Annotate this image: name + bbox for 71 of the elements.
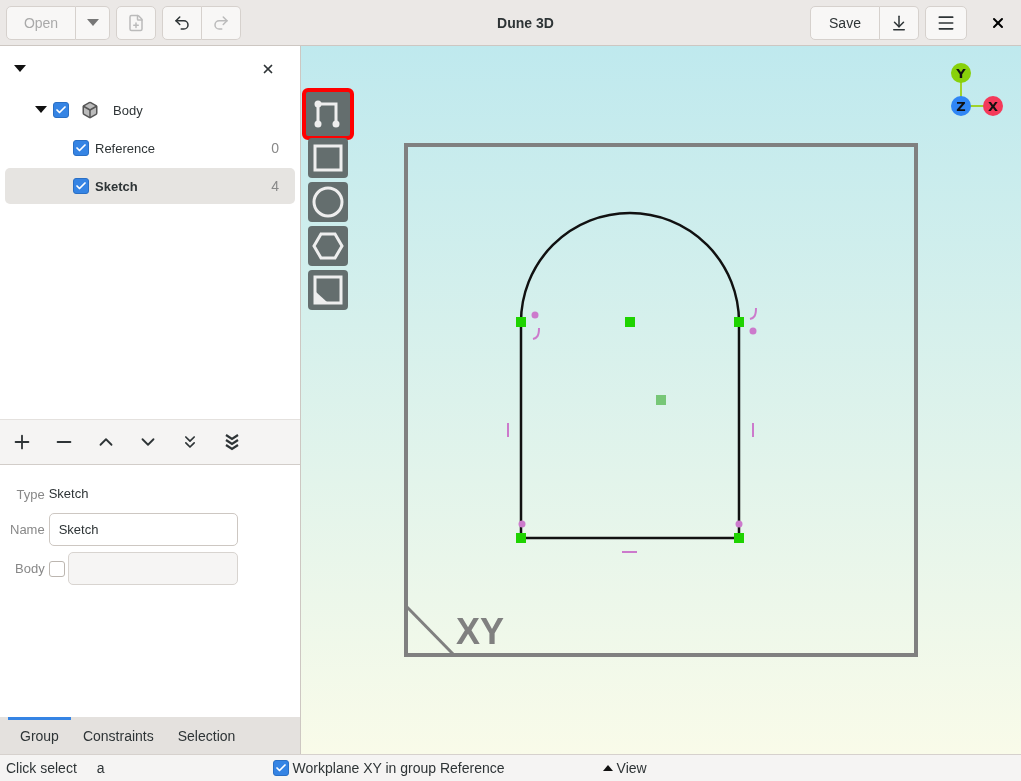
checkbox[interactable] [73,178,89,194]
body-field[interactable] [67,552,238,585]
field-label: Body [14,561,45,576]
dropdown-button[interactable] [76,5,110,40]
tree-label: Sketch [95,178,139,194]
axis-marker[interactable]: Z [951,96,971,116]
tree-row[interactable]: Reference 0 [5,130,295,166]
undo-button[interactable] [162,5,202,40]
checkbox[interactable] [48,560,65,577]
name-field[interactable]: Sketch [48,513,238,546]
tree-count: 0 [271,140,279,156]
caret-icon [602,765,613,771]
tangent-constraint-icon[interactable] [749,307,757,335]
point-handle[interactable] [516,317,526,327]
tab[interactable]: Constraints [70,717,166,754]
key-hint: a [96,760,105,776]
point-handle[interactable] [625,317,635,327]
type-value: Sketch [48,485,90,503]
check-icon [75,142,87,154]
tangent-constraint-icon[interactable] [531,311,540,340]
sketch-outline[interactable] [519,211,741,540]
tree-row[interactable]: Body [5,92,295,128]
expander-icon[interactable] [35,106,47,114]
tool-button[interactable] [308,226,348,266]
download-icon [890,13,908,32]
field-label: Type [15,486,45,502]
undo-icon [173,13,191,32]
checkbox[interactable] [73,140,89,156]
circle-icon [312,186,344,218]
workplane-status: Workplane XY in group Reference [292,760,505,776]
status-hint: Click select [6,760,77,776]
corner-rectangle-icon [313,275,343,305]
rectangle-icon [313,144,343,172]
save-button[interactable]: Save [810,5,880,40]
check-icon [75,180,87,192]
tree-count: 4 [271,178,279,194]
axis-marker[interactable]: Y [951,63,971,83]
menu-button[interactable] [925,5,967,40]
expander-icon[interactable] [14,65,26,73]
new-document-icon [127,13,145,32]
field-label: Name [10,522,45,537]
window-title: Dune 3D [496,14,555,31]
point-handle[interactable] [734,533,744,543]
tree-label: Body [113,102,144,118]
tab[interactable]: Group [8,717,71,754]
point-handle[interactable] [516,533,526,543]
coincident-constraint-icon[interactable] [518,520,526,528]
view-button[interactable]: View [602,756,647,780]
check-icon [274,762,287,774]
hexagon-icon [312,232,344,260]
tool-button[interactable] [308,138,348,178]
tool-button[interactable] [308,270,348,310]
viewport[interactable]: XY Y Z X [301,46,1021,754]
workplane-label: XY [456,611,505,652]
point-handle[interactable] [656,395,666,405]
checkbox[interactable] [272,760,289,776]
tab[interactable]: Selection [165,717,248,754]
cube-icon [81,101,99,119]
tool-button[interactable] [302,88,354,140]
caret-icon [86,19,99,26]
checkbox[interactable] [53,102,69,118]
tree-row[interactable]: Sketch 4 [5,168,295,204]
tool-button[interactable] [308,182,348,222]
export-button[interactable] [880,5,919,40]
close-icon [261,62,275,76]
axis-marker[interactable]: X [983,96,1003,116]
coincident-constraint-icon[interactable] [735,520,743,528]
point-handle[interactable] [734,317,744,327]
redo-icon [212,13,230,32]
check-icon [55,104,67,116]
tree-label: Reference [95,140,156,156]
